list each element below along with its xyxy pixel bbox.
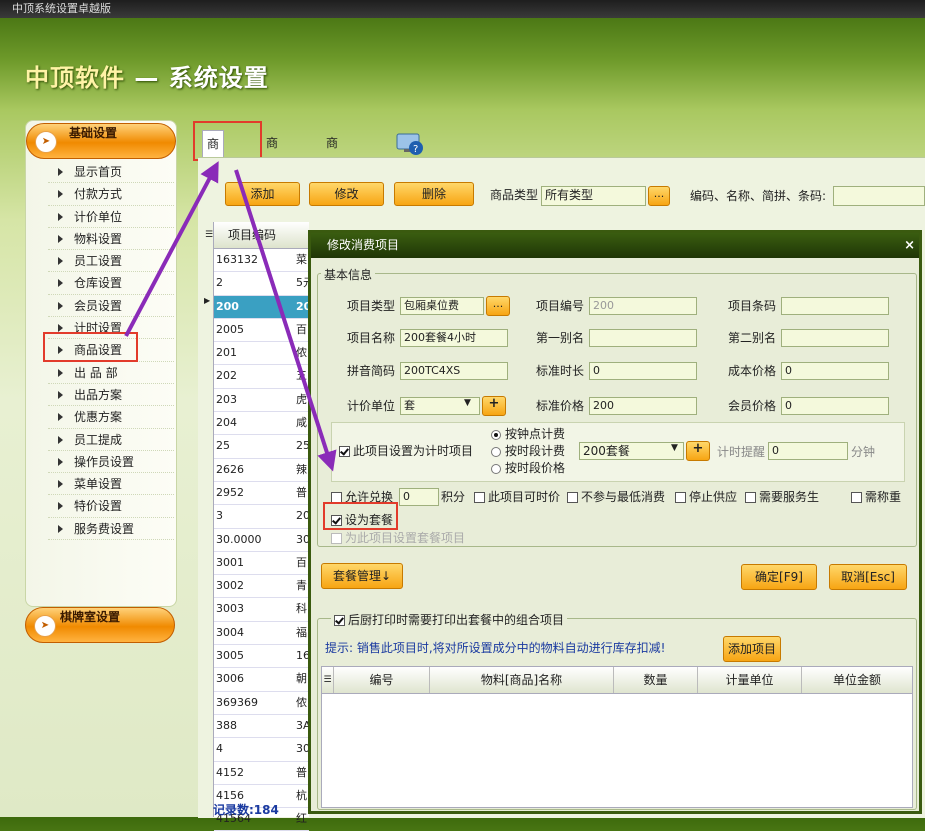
arrow-to-package-option	[234, 169, 337, 472]
annotation-arrows	[124, 161, 337, 472]
arrow-to-tab	[124, 161, 219, 337]
